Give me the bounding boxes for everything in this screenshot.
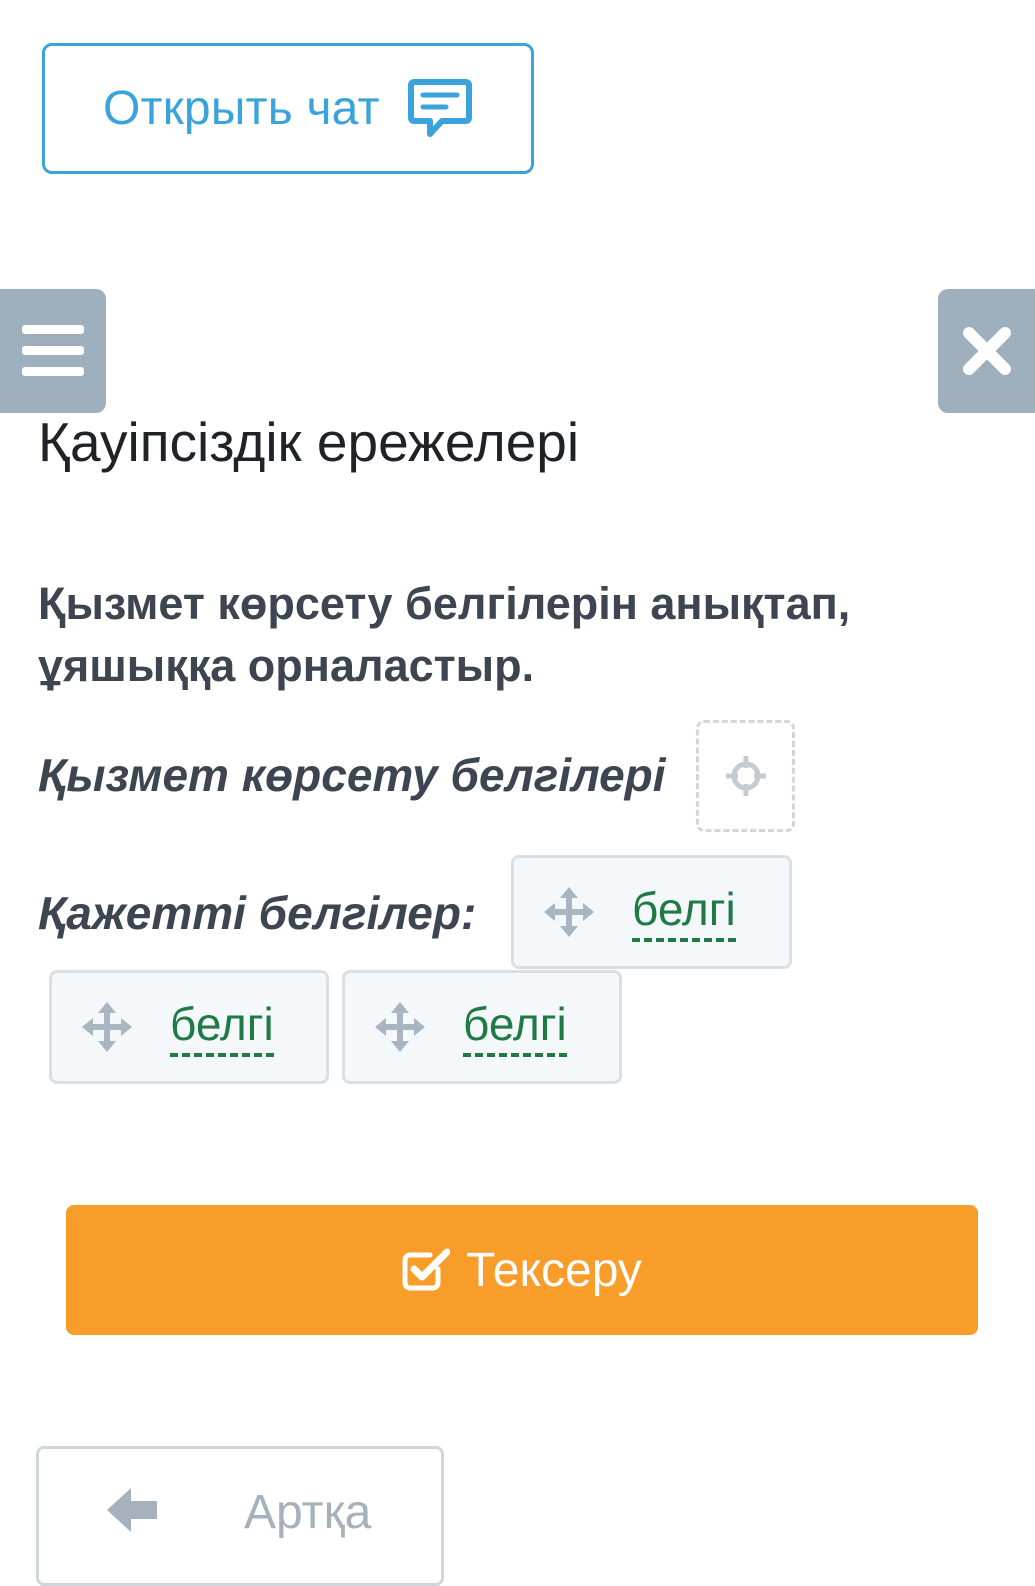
drop-zone[interactable]	[696, 720, 795, 832]
arrow-left-icon	[107, 1488, 157, 1532]
check-button[interactable]: Тексеру	[66, 1205, 978, 1335]
open-chat-button[interactable]: Открыть чат	[42, 43, 534, 174]
check-square-icon	[402, 1248, 451, 1291]
task-instruction: Қызмет көрсету белгілерін анықтап, ұяшық…	[38, 578, 851, 691]
close-icon	[962, 327, 1011, 375]
move-icon	[82, 1002, 132, 1052]
draggable-option[interactable]: белгі	[342, 970, 622, 1084]
close-button[interactable]	[938, 289, 1035, 413]
crosshair-icon	[725, 756, 766, 796]
back-button[interactable]: Артқа	[36, 1446, 444, 1586]
page-title: Қауіпсіздік ережелері	[38, 411, 580, 473]
option-label: белгі	[463, 997, 567, 1057]
move-icon	[375, 1002, 425, 1052]
hamburger-menu-icon	[22, 325, 84, 376]
draggable-option[interactable]: белгі	[49, 970, 329, 1084]
options-label: Қажетті белгілер:	[38, 887, 477, 939]
option-label: белгі	[632, 882, 736, 942]
open-chat-label: Открыть чат	[103, 82, 380, 135]
move-icon	[544, 887, 594, 937]
back-button-label: Артқа	[244, 1486, 372, 1539]
chat-icon	[407, 78, 472, 137]
option-label: белгі	[170, 997, 274, 1057]
menu-button[interactable]	[0, 289, 106, 413]
check-button-label: Тексеру	[466, 1243, 642, 1297]
draggable-option[interactable]: белгі	[511, 855, 792, 969]
target-label: Қызмет көрсету белгілері	[38, 749, 666, 801]
